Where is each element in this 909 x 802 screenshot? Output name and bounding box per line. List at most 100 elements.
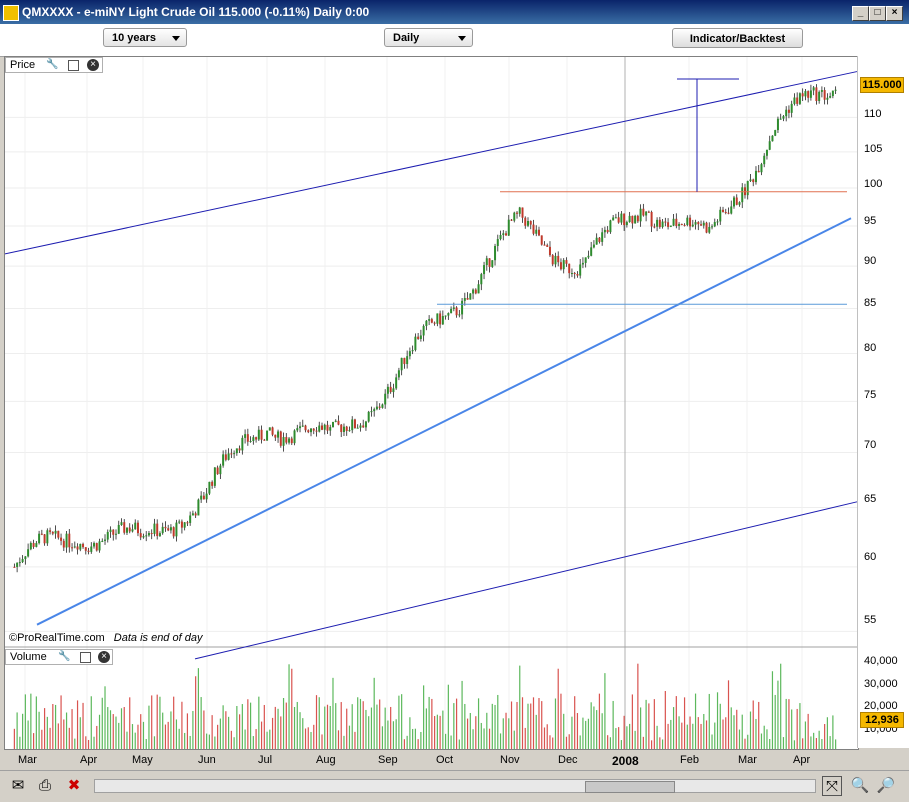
volume-bar <box>387 720 389 749</box>
volume-bar <box>247 699 249 749</box>
candle-body <box>592 244 595 248</box>
volume-tick: 20,000 <box>864 700 898 712</box>
candle-body <box>386 386 389 394</box>
candle-body <box>84 547 87 551</box>
candle-body <box>743 187 746 196</box>
candle-body <box>559 262 562 270</box>
window-icon[interactable] <box>68 60 79 71</box>
price-volume-chart[interactable] <box>5 57 858 749</box>
period-value: 10 years <box>112 32 157 44</box>
zoom-in-icon[interactable]: 🔎 <box>876 776 896 796</box>
candle-body <box>524 217 527 226</box>
candle-body <box>389 386 392 393</box>
candle-body <box>139 533 142 538</box>
candle-body <box>631 215 634 224</box>
volume-bar <box>829 736 831 749</box>
candle-body <box>548 246 551 256</box>
candle-body <box>678 223 681 226</box>
volume-bar <box>203 710 205 749</box>
volume-bar <box>195 676 197 749</box>
candle-body <box>620 213 623 223</box>
candle-body <box>112 529 115 535</box>
maximize-button[interactable]: □ <box>869 6 886 21</box>
volume-bar <box>291 668 293 749</box>
volume-bar <box>189 735 191 749</box>
candle-body <box>73 546 76 548</box>
volume-bar <box>640 707 642 749</box>
volume-bar <box>370 707 373 749</box>
candle-body <box>628 215 631 223</box>
candle-body <box>219 465 222 475</box>
x-tick: Apr <box>80 754 98 766</box>
volume-bar <box>453 703 455 749</box>
volume-bar <box>304 728 307 749</box>
support-trendline <box>36 217 852 626</box>
print-icon[interactable]: ⎙ <box>35 776 55 796</box>
candle-body <box>82 543 85 548</box>
zoom-reset-icon[interactable]: ⤧ <box>822 776 842 796</box>
price-panel-label: Price <box>10 59 36 71</box>
volume-bar <box>362 701 364 749</box>
volume-bar <box>824 724 826 749</box>
time-scrollbar[interactable] <box>94 779 816 793</box>
indicator-backtest-button[interactable]: Indicator/Backtest <box>672 28 803 48</box>
disconnect-icon[interactable]: ✖ <box>64 776 84 796</box>
minimize-button[interactable]: _ <box>852 6 869 21</box>
volume-bar <box>137 724 139 749</box>
candle-body <box>224 454 227 460</box>
x-tick: Jul <box>258 754 273 766</box>
scrollbar-thumb[interactable] <box>585 781 675 793</box>
close-panel-icon[interactable]: × <box>87 59 99 71</box>
y-tick: 105 <box>864 143 883 155</box>
candle-body <box>345 426 348 432</box>
volume-bar <box>675 696 677 749</box>
candle-body <box>233 453 236 455</box>
candle-body <box>400 357 403 371</box>
candle-body <box>419 335 422 340</box>
volume-bar <box>747 734 749 749</box>
volume-bar <box>126 731 128 749</box>
candle-body <box>771 135 774 142</box>
interval-dropdown[interactable]: Daily <box>384 28 473 47</box>
current-price-badge: 115.000 <box>860 77 904 93</box>
candle-body <box>172 527 175 537</box>
volume-bar <box>351 704 353 749</box>
x-tick: Mar <box>18 754 37 766</box>
wrench-icon[interactable]: 🔧 <box>58 651 70 663</box>
volume-bar <box>486 712 488 749</box>
candle-body <box>521 207 524 218</box>
volume-bar <box>738 729 741 749</box>
close-panel-icon[interactable]: × <box>98 651 110 663</box>
candle-body <box>241 437 244 451</box>
volume-bar <box>101 697 103 749</box>
volume-bar <box>634 730 636 749</box>
volume-bar <box>302 718 304 749</box>
period-dropdown[interactable]: 10 years <box>103 28 187 47</box>
volume-bar <box>390 706 392 749</box>
volume-bar <box>483 728 485 749</box>
chevron-down-icon <box>172 36 180 41</box>
candle-body <box>573 273 576 275</box>
volume-bar <box>513 730 515 749</box>
chart-area[interactable] <box>4 56 859 750</box>
mail-icon[interactable]: ✉ <box>8 776 28 796</box>
volume-bar <box>763 725 765 749</box>
candle-body <box>279 431 282 446</box>
candle-body <box>689 217 692 227</box>
candle-body <box>180 521 183 528</box>
volume-bar <box>741 714 743 749</box>
candle-body <box>790 103 793 113</box>
window-icon[interactable] <box>80 652 91 663</box>
wrench-icon[interactable]: 🔧 <box>46 59 58 71</box>
candle-body <box>326 424 329 431</box>
candle-body <box>93 543 96 547</box>
volume-bar <box>225 711 227 749</box>
volume-bar <box>30 693 32 749</box>
candle-body <box>414 336 417 351</box>
candle-body <box>331 421 334 428</box>
close-button[interactable]: × <box>886 6 903 21</box>
zoom-out-icon[interactable]: 🔍 <box>850 776 870 796</box>
volume-bar <box>796 708 798 749</box>
volume-bar <box>175 719 178 749</box>
volume-bar <box>505 712 507 749</box>
